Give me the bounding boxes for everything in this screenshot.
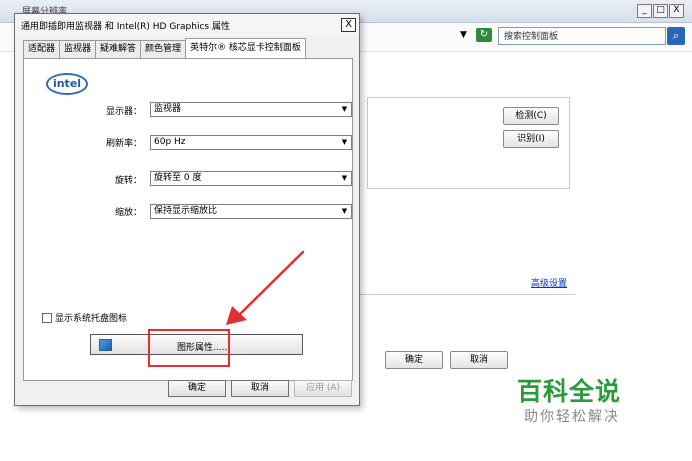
background-ok-button[interactable]: 确定 xyxy=(385,351,443,369)
chevron-down-icon: ▼ xyxy=(341,207,348,215)
scaling-label: 缩放： xyxy=(114,208,142,218)
display-label: 显示器： xyxy=(105,107,142,117)
chevron-down-icon: ▼ xyxy=(341,174,348,182)
background-cancel-button[interactable]: 取消 xyxy=(450,351,508,369)
chevron-down-icon[interactable]: ▼ xyxy=(460,30,470,40)
chevron-down-icon: ▼ xyxy=(341,138,348,146)
rotation-value: 旋转至 0 度 xyxy=(154,173,202,183)
properties-dialog: 通用即插即用监视器 和 Intel(R) HD Graphics 属性 X 适配… xyxy=(14,13,360,406)
tab-adapter[interactable]: 适配器 xyxy=(23,40,61,58)
refresh-rate-select[interactable]: 60p Hz ▼ xyxy=(150,135,352,150)
dialog-title-bar: 通用即插即用监视器 和 Intel(R) HD Graphics 属性 X xyxy=(15,14,359,36)
tab-troubleshoot[interactable]: 疑难解答 xyxy=(95,40,142,58)
tab-strip: 适配器 监视器 疑难解答 颜色管理 英特尔® 核芯显卡控制面板 xyxy=(23,38,306,58)
minimize-button[interactable]: _ xyxy=(637,4,652,18)
tab-intel-graphics-control-panel[interactable]: 英特尔® 核芯显卡控制面板 xyxy=(185,38,306,58)
detect-button[interactable]: 检测(C) xyxy=(503,107,559,125)
dialog-title: 通用即插即用监视器 和 Intel(R) HD Graphics 属性 xyxy=(21,22,230,32)
graphics-icon xyxy=(99,339,112,351)
tab-color-management[interactable]: 颜色管理 xyxy=(140,40,187,58)
watermark-subtitle: 助你轻松解决 xyxy=(524,409,620,425)
tray-icon-checkbox-label: 显示系统托盘图标 xyxy=(55,314,128,324)
annotation-highlight-box xyxy=(148,329,230,367)
search-input[interactable]: 搜索控制面板 xyxy=(498,27,666,45)
apply-button[interactable]: 应用 (A) xyxy=(294,380,352,397)
display-select[interactable]: 监视器 ▼ xyxy=(150,102,352,117)
divider xyxy=(360,294,575,295)
advanced-settings-link[interactable]: 高级设置 xyxy=(531,276,567,289)
cancel-button[interactable]: 取消 xyxy=(231,380,289,397)
tab-monitor[interactable]: 监视器 xyxy=(59,40,97,58)
maximize-button[interactable]: □ xyxy=(653,4,668,18)
refresh-rate-value: 60p Hz xyxy=(154,137,186,147)
scaling-select[interactable]: 保持显示缩放比 ▼ xyxy=(150,204,352,219)
display-select-value: 监视器 xyxy=(154,104,182,114)
rotation-label: 旋转： xyxy=(114,176,142,186)
refresh-icon[interactable]: ↻ xyxy=(476,28,492,42)
refresh-rate-label: 刷新率： xyxy=(105,139,142,149)
tab-page: intel 显示器： 监视器 ▼ 刷新率： 60p Hz ▼ 旋转： 旋转至 0… xyxy=(23,58,353,381)
scaling-value: 保持显示缩放比 xyxy=(154,206,218,216)
dialog-close-button[interactable]: X xyxy=(341,18,356,32)
rotation-select[interactable]: 旋转至 0 度 ▼ xyxy=(150,171,352,186)
ok-button[interactable]: 确定 xyxy=(168,380,226,397)
identify-button[interactable]: 识别(I) xyxy=(503,130,559,148)
tray-icon-checkbox[interactable] xyxy=(42,313,52,323)
chevron-down-icon: ▼ xyxy=(341,105,348,113)
search-icon[interactable]: ⌕ xyxy=(667,27,685,45)
watermark-title: 百科全说 xyxy=(517,377,622,406)
close-button[interactable]: X xyxy=(669,4,684,18)
intel-logo: intel xyxy=(46,73,88,95)
